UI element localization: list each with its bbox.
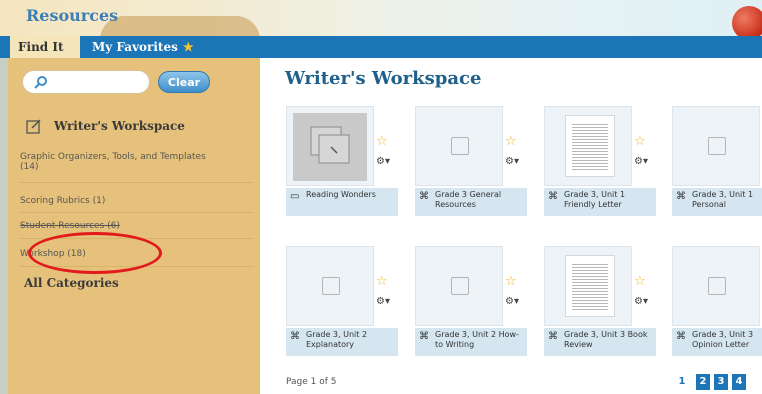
sidebar-item-count: (14): [20, 162, 39, 172]
app-title: Resources: [26, 6, 119, 25]
tab-find-it[interactable]: Find It: [10, 36, 80, 58]
pdf-icon: ⌘: [419, 191, 429, 202]
highlight-annotation: [28, 232, 162, 274]
document-icon: [708, 137, 726, 155]
apple-logo-icon: [732, 6, 762, 40]
pagination-info: Page 1 of 5: [286, 377, 337, 387]
image-icon: ▭: [290, 191, 300, 202]
resource-card[interactable]: ☆ ⚙▾ ▭ Reading Wonders: [284, 104, 400, 216]
sidebar-section-title[interactable]: Writer's Workspace: [54, 119, 185, 133]
pagination-page-button[interactable]: 4: [732, 374, 746, 390]
sidebar-item-graphic-organizers[interactable]: Graphic Organizers, Tools, and Templates…: [20, 152, 256, 172]
gear-icon[interactable]: ⚙▾: [634, 156, 648, 167]
document-preview: [565, 255, 615, 317]
edit-icon: [26, 119, 41, 134]
card-thumbnail: [672, 106, 760, 186]
card-thumbnail: [544, 246, 632, 326]
pagination-current: 1: [678, 376, 686, 387]
sidebar-item-label: Graphic Organizers, Tools, and Templates: [20, 152, 206, 162]
search-icon: [34, 76, 47, 89]
card-title-bar: ⌘ Grade 3, Unit 2 Explanatory: [286, 328, 398, 356]
favorite-star-icon[interactable]: ☆: [376, 274, 388, 289]
document-preview: [565, 115, 615, 177]
card-thumbnail: [415, 246, 503, 326]
gear-icon[interactable]: ⚙▾: [634, 296, 648, 307]
card-title-bar: ⌘ Grade 3 General Resources: [415, 188, 527, 216]
document-icon: [451, 277, 469, 295]
divider: [20, 182, 254, 183]
favorite-star-icon[interactable]: ☆: [505, 134, 517, 149]
tab-my-favorites[interactable]: My Favorites ★: [92, 36, 194, 58]
gear-icon[interactable]: ⚙▾: [505, 296, 519, 307]
star-icon: ★: [182, 40, 194, 54]
pdf-icon: ⌘: [548, 191, 558, 202]
tab-my-favorites-label: My Favorites: [92, 40, 178, 54]
card-title-bar: ⌘ Grade 3, Unit 1 Personal: [672, 188, 762, 216]
pdf-icon: ⌘: [290, 331, 300, 342]
pdf-icon: ⌘: [676, 191, 686, 202]
favorite-star-icon[interactable]: ☆: [376, 134, 388, 149]
pdf-icon: ⌘: [419, 331, 429, 342]
card-thumbnail: [672, 246, 760, 326]
resource-card[interactable]: ☆ ⚙▾ ⌘ Grade 3, Unit 2 Explanatory: [284, 244, 400, 356]
pagination-page-button[interactable]: 2: [696, 374, 710, 390]
divider: [20, 212, 254, 213]
resource-card[interactable]: ☆ ⚙▾ ⌘ Grade 3, Unit 1 Personal: [670, 104, 762, 216]
gear-icon[interactable]: ⚙▾: [376, 296, 390, 307]
sidebar-item-label: Scoring Rubrics (1): [20, 196, 106, 206]
favorite-star-icon[interactable]: ☆: [505, 274, 517, 289]
card-title-bar: ▭ Reading Wonders: [286, 188, 398, 216]
gear-icon[interactable]: ⚙▾: [376, 156, 390, 167]
all-categories-link[interactable]: All Categories: [24, 276, 119, 290]
card-thumbnail: [286, 246, 374, 326]
card-title-bar: ⌘ Grade 3, Unit 2 How-to Writing: [415, 328, 527, 356]
sidebar-edge: [0, 58, 8, 394]
document-text-preview: [572, 122, 608, 170]
card-label: Grade 3, Unit 2 Explanatory: [306, 330, 368, 349]
favorite-star-icon[interactable]: ☆: [634, 134, 646, 149]
card-label: Grade 3, Unit 1 Personal: [692, 190, 754, 209]
pagination-page-button[interactable]: 3: [714, 374, 728, 390]
resource-card[interactable]: ☆ ⚙▾ ⌘ Grade 3, Unit 3 Opinion Letter: [670, 244, 762, 356]
document-icon: [322, 277, 340, 295]
resource-card[interactable]: ☆ ⚙▾ ⌘ Grade 3, Unit 2 How-to Writing: [413, 244, 529, 356]
page-title: Writer's Workspace: [285, 68, 482, 89]
card-title-bar: ⌘ Grade 3, Unit 3 Opinion Letter: [672, 328, 762, 356]
card-label: Grade 3, Unit 3 Book Review: [564, 330, 648, 349]
card-title-bar: ⌘ Grade 3, Unit 1 Friendly Letter: [544, 188, 656, 216]
card-label: Grade 3, Unit 3 Opinion Letter: [692, 330, 754, 349]
sidebar-item-scoring-rubrics[interactable]: Scoring Rubrics (1): [20, 196, 256, 206]
card-label: Grade 3, Unit 2 How-to Writing: [435, 330, 519, 349]
resource-card[interactable]: ☆ ⚙▾ ⌘ Grade 3, Unit 1 Friendly Letter: [542, 104, 658, 216]
resources-window: Resources Find It My Favorites ★ Clear Wr…: [0, 0, 762, 394]
favorite-star-icon[interactable]: ☆: [634, 274, 646, 289]
clear-button[interactable]: Clear: [158, 71, 210, 93]
gear-icon[interactable]: ⚙▾: [505, 156, 519, 167]
collection-icon: [293, 113, 367, 181]
pdf-icon: ⌘: [548, 331, 558, 342]
resource-card[interactable]: ☆ ⚙▾ ⌘ Grade 3 General Resources: [413, 104, 529, 216]
tab-find-it-label: Find It: [18, 40, 64, 54]
card-thumbnail: [415, 106, 503, 186]
card-label: Grade 3, Unit 1 Friendly Letter: [564, 190, 626, 209]
sidebar-item-student-resources[interactable]: Student Resources (6): [20, 221, 256, 231]
pdf-icon: ⌘: [676, 331, 686, 342]
document-icon: [708, 277, 726, 295]
card-label: Reading Wonders: [306, 190, 376, 199]
resource-card[interactable]: ☆ ⚙▾ ⌘ Grade 3, Unit 3 Book Review: [542, 244, 658, 356]
card-thumbnail: [286, 106, 374, 186]
sidebar-item-label: Student Resources (6): [20, 221, 120, 231]
card-thumbnail: [544, 106, 632, 186]
document-icon: [451, 137, 469, 155]
card-label: Grade 3 General Resources: [435, 190, 502, 209]
card-title-bar: ⌘ Grade 3, Unit 3 Book Review: [544, 328, 656, 356]
document-text-preview: [572, 262, 608, 310]
